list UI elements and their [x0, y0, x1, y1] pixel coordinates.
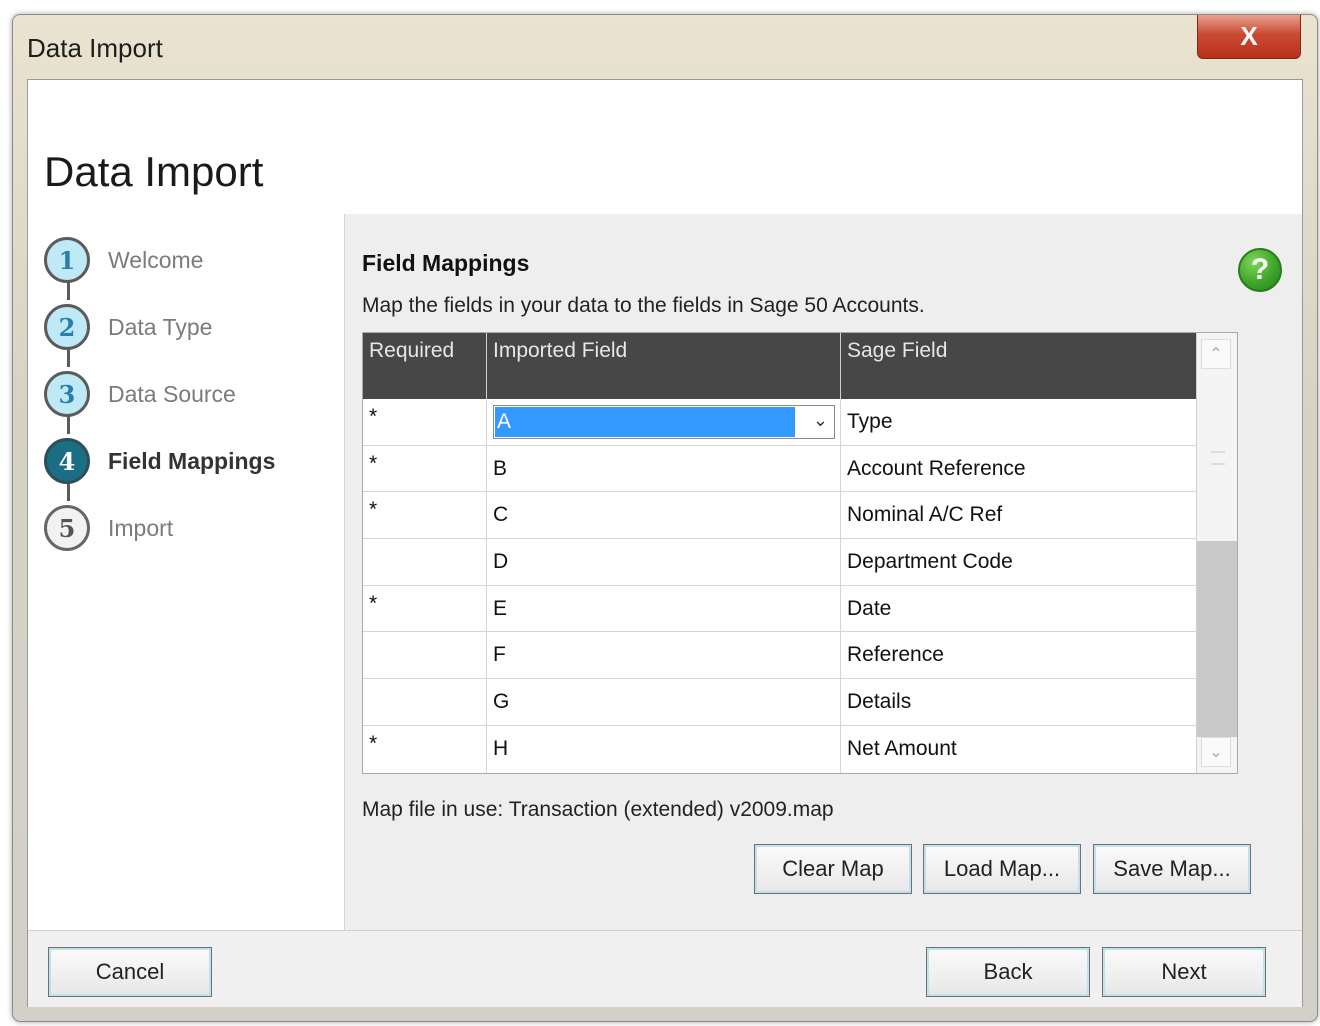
sage-field-cell: Reference	[847, 643, 944, 667]
required-cell: *	[363, 585, 487, 632]
sage-field-cell: Department Code	[847, 549, 1013, 573]
step-field-mappings: 4 Field Mappings	[44, 435, 275, 487]
sage-field-cell: Date	[847, 596, 892, 620]
cancel-button[interactable]: Cancel	[48, 947, 212, 997]
step-data-source: 3 Data Source	[44, 368, 236, 420]
section-title: Field Mappings	[362, 250, 530, 276]
step-label: Field Mappings	[108, 447, 276, 474]
next-button[interactable]: Next	[1102, 947, 1266, 997]
data-import-window: Data Import X Data Import 1 Welcome 2 Da…	[12, 14, 1318, 1022]
step-welcome: 1 Welcome	[44, 234, 203, 286]
sage-field-cell: Details	[847, 689, 912, 713]
step-import: 5 Import	[44, 502, 173, 554]
imported-field-cell[interactable]: A ⌄	[487, 399, 841, 445]
table-row[interactable]: * C Nominal A/C Ref	[363, 492, 1197, 540]
grid-header: Required Imported Field Sage Field	[363, 333, 1197, 399]
imported-field-cell[interactable]: C	[487, 492, 841, 539]
step-label: Import	[108, 514, 174, 541]
step-label: Welcome	[108, 246, 204, 273]
imported-field-dropdown[interactable]: A ⌄	[493, 405, 835, 439]
dropdown-selected-value: A	[495, 407, 795, 437]
table-row[interactable]: F Reference	[363, 632, 1197, 680]
page-title: Data Import	[44, 148, 264, 195]
required-cell: *	[363, 399, 487, 445]
imported-field-cell[interactable]: D	[487, 539, 841, 585]
step-label: Data Type	[108, 313, 213, 340]
help-icon[interactable]: ?	[1238, 248, 1282, 292]
field-mappings-panel: Field Mappings Map the fields in your da…	[345, 214, 1302, 930]
grid-scrollbar[interactable]: ⌃ ⌄	[1196, 333, 1237, 773]
wizard-steps: 1 Welcome 2 Data Type 3 Data Source 4 Fi…	[28, 214, 345, 930]
required-cell	[363, 539, 487, 585]
column-header-sage-field[interactable]: Sage Field	[841, 333, 1197, 399]
scroll-up-icon[interactable]: ⌃	[1201, 339, 1231, 369]
grid-body: * A ⌄ Type * B Account Reference * C Nom…	[363, 399, 1197, 773]
step-number: 2	[44, 304, 90, 350]
step-number: 3	[44, 371, 90, 417]
field-mapping-grid: Required Imported Field Sage Field * A ⌄	[362, 332, 1238, 774]
sage-field-cell: Type	[847, 409, 893, 433]
imported-field-cell[interactable]: G	[487, 679, 841, 725]
column-header-required[interactable]: Required	[363, 333, 487, 399]
close-icon: X	[1240, 21, 1258, 51]
chevron-down-icon[interactable]: ⌄	[813, 410, 828, 431]
scrollbar-thumb[interactable]	[1197, 541, 1237, 737]
table-row[interactable]: * A ⌄ Type	[363, 399, 1197, 446]
step-number: 4	[44, 438, 90, 484]
load-map-button[interactable]: Load Map...	[923, 844, 1081, 894]
required-cell	[363, 632, 487, 679]
section-description: Map the fields in your data to the field…	[362, 294, 925, 317]
sage-field-cell: Net Amount	[847, 737, 957, 761]
sage-field-cell: Nominal A/C Ref	[847, 503, 1003, 527]
step-number: 5	[44, 505, 90, 551]
dialog-client-area: Data Import 1 Welcome 2 Data Type 3 Data…	[27, 79, 1303, 1007]
window-title: Data Import	[27, 33, 163, 63]
scroll-down-icon[interactable]: ⌄	[1201, 737, 1231, 767]
table-row[interactable]: * E Date	[363, 585, 1197, 633]
required-cell	[363, 679, 487, 725]
dialog-header: Data Import	[28, 80, 1302, 215]
step-label: Data Source	[108, 380, 236, 407]
map-file-status: Map file in use: Transaction (extended) …	[362, 798, 834, 821]
step-number: 1	[44, 237, 90, 283]
column-header-imported-field[interactable]: Imported Field	[487, 333, 841, 399]
required-cell: *	[363, 725, 487, 773]
required-cell: *	[363, 492, 487, 539]
table-row[interactable]: D Department Code	[363, 539, 1197, 586]
close-button[interactable]: X	[1197, 15, 1301, 59]
imported-field-cell[interactable]: H	[487, 725, 841, 773]
scrollbar-grip	[1211, 451, 1225, 465]
imported-field-cell[interactable]: B	[487, 445, 841, 492]
clear-map-button[interactable]: Clear Map	[754, 844, 912, 894]
imported-field-cell[interactable]: F	[487, 632, 841, 679]
back-button[interactable]: Back	[926, 947, 1090, 997]
table-row[interactable]: G Details	[363, 679, 1197, 726]
table-row[interactable]: * B Account Reference	[363, 445, 1197, 493]
title-bar[interactable]: Data Import X	[13, 15, 1317, 79]
save-map-button[interactable]: Save Map...	[1093, 844, 1251, 894]
dialog-footer: Cancel Back Next	[28, 930, 1302, 1007]
required-cell: *	[363, 445, 487, 492]
step-data-type: 2 Data Type	[44, 301, 212, 353]
imported-field-cell[interactable]: E	[487, 585, 841, 632]
sage-field-cell: Account Reference	[847, 456, 1026, 480]
table-row[interactable]: * H Net Amount	[363, 725, 1197, 773]
